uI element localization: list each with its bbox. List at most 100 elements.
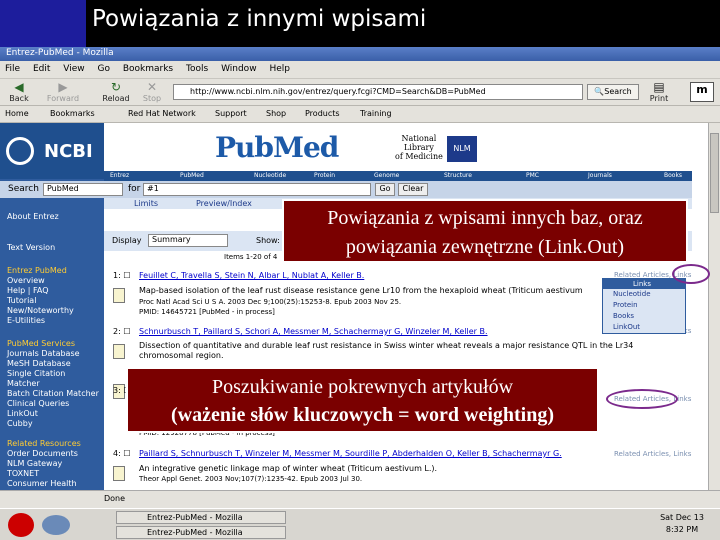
page-content: NCBI About Entrez Text Version Entrez Pu… [0, 123, 708, 490]
nlm-line-2: Library [403, 143, 434, 152]
browser-launcher-icon[interactable] [42, 515, 70, 535]
tab-entrez[interactable]: Entrez [110, 172, 129, 179]
tab-structure[interactable]: Structure [444, 172, 472, 179]
url-bar[interactable]: http://www.ncbi.nlm.nih.gov/entrez/query… [173, 84, 583, 100]
menu-file[interactable]: File [0, 61, 25, 77]
slide-accent [0, 0, 86, 47]
clear-button[interactable]: Clear [398, 183, 428, 196]
bookmark-training[interactable]: Training [360, 109, 392, 118]
links-popup-item-books[interactable]: Books [603, 311, 685, 322]
sidebar-item-clinical-queries[interactable]: Clinical Queries [7, 399, 69, 408]
ncbi-globe-icon [6, 137, 34, 165]
menu-window[interactable]: Window [216, 61, 262, 77]
tab-pubmed[interactable]: PubMed [180, 172, 204, 179]
abstract-doc-icon[interactable] [113, 344, 125, 359]
menu-tools[interactable]: Tools [181, 61, 213, 77]
sidebar-item-journals-database[interactable]: Journals Database [7, 349, 80, 358]
bookmark-products[interactable]: Products [305, 109, 340, 118]
bookmark-home[interactable]: Home [5, 109, 29, 118]
sidebar-item-single-citation[interactable]: Single Citation [7, 369, 65, 378]
abstract-doc-icon[interactable] [113, 466, 125, 481]
links-popup-item-protein[interactable]: Protein [603, 300, 685, 311]
red-hat-menu-icon[interactable] [8, 513, 34, 537]
sidebar-item-e-utilities[interactable]: E-Utilities [7, 316, 45, 325]
links-popup-title: Links [603, 279, 685, 289]
search-button[interactable]: 🔍Search [587, 84, 639, 100]
result-authors[interactable]: Feuillet C, Travella S, Stein N, Albar L… [139, 271, 364, 280]
stop-label: Stop [142, 94, 162, 103]
back-button[interactable]: ◀ Back [2, 80, 36, 104]
printer-icon: ▤ [653, 80, 665, 94]
sidebar-item-overview[interactable]: Overview [7, 276, 45, 285]
result-source: Proc Natl Acad Sci U S A. 2003 Dec 9;100… [139, 298, 402, 306]
preview-index-tab[interactable]: Preview/Index [196, 199, 252, 208]
sidebar-item-mesh-database[interactable]: MeSH Database [7, 359, 71, 368]
database-select[interactable]: PubMed [43, 183, 123, 196]
forward-button[interactable]: ▶ Forward [46, 81, 80, 104]
bookmark-bookmarks[interactable]: Bookmarks [50, 109, 95, 118]
menu-view[interactable]: View [58, 61, 89, 77]
vertical-scrollbar[interactable] [708, 123, 720, 490]
result-number: 4: ☐ [113, 449, 131, 458]
sidebar-item-linkout[interactable]: LinkOut [7, 409, 38, 418]
result-authors[interactable]: Paillard S, Schnurbusch T, Winzeler M, M… [139, 449, 562, 458]
scrollbar-thumb[interactable] [710, 133, 719, 213]
tab-protein[interactable]: Protein [314, 172, 335, 179]
bookmark-support[interactable]: Support [215, 109, 247, 118]
display-format-select[interactable]: Summary [148, 234, 228, 247]
tab-pmc[interactable]: PMC [526, 172, 539, 179]
links-popup-item-linkout[interactable]: LinkOut [603, 322, 685, 333]
callout-related-line-2: (ważenie słów kluczowych = word weightin… [170, 404, 555, 426]
task-button-1[interactable]: Entrez-PubMed - Mozilla [116, 511, 286, 524]
sidebar-related-resources-heading: Related Resources [7, 439, 81, 448]
search-button-label: Search [604, 87, 632, 96]
result-title: Dissection of quantitative and durable l… [139, 341, 634, 350]
menu-go[interactable]: Go [92, 61, 114, 77]
forward-label: Forward [46, 94, 80, 103]
nlm-text: National Library of Medicine [395, 134, 443, 161]
menu-bar: File Edit View Go Bookmarks Tools Window… [0, 61, 720, 79]
sidebar-item-cubby[interactable]: Cubby [7, 419, 33, 428]
reload-button[interactable]: ↻ Reload [99, 81, 133, 104]
task-button-2[interactable]: Entrez-PubMed - Mozilla [116, 526, 286, 539]
bookmark-red-hat-network[interactable]: Red Hat Network [128, 109, 196, 118]
sidebar-item-batch-citation-matcher[interactable]: Batch Citation Matcher [7, 389, 99, 398]
sidebar: NCBI About Entrez Text Version Entrez Pu… [0, 123, 104, 490]
sidebar-item-new-noteworthy[interactable]: New/Noteworthy [7, 306, 74, 315]
callout-related-line-1: Poszukiwanie pokrewnych artykułów [211, 376, 514, 398]
print-button[interactable]: ▤ Print [642, 80, 676, 104]
display-button[interactable]: Display [112, 236, 142, 245]
mozilla-throbber-icon: m [690, 82, 714, 102]
limits-tab[interactable]: Limits [134, 199, 158, 208]
sidebar-about-entrez[interactable]: About Entrez [7, 212, 59, 221]
links-popup-item-nucleotide[interactable]: Nucleotide [603, 289, 685, 300]
sidebar-text-version[interactable]: Text Version [7, 243, 55, 252]
menu-help[interactable]: Help [264, 61, 295, 77]
sidebar-item-help-faq[interactable]: Help | FAQ [7, 286, 49, 295]
sidebar-item-consumer-health[interactable]: Consumer Health [7, 479, 77, 488]
links-highlight-oval [672, 264, 710, 284]
stop-button[interactable]: ✕ Stop [135, 81, 169, 104]
tab-nucleotide[interactable]: Nucleotide [254, 172, 286, 179]
tab-books[interactable]: Books [664, 172, 682, 179]
sidebar-item-nlm-gateway[interactable]: NLM Gateway [7, 459, 62, 468]
search-query-input[interactable]: #1 [143, 183, 371, 196]
for-label: for [128, 184, 141, 194]
bookmark-shop[interactable]: Shop [266, 109, 286, 118]
sidebar-item-tutorial[interactable]: Tutorial [7, 296, 36, 305]
menu-edit[interactable]: Edit [28, 61, 55, 77]
result-number: 2: ☐ [113, 327, 131, 336]
go-button[interactable]: Go [375, 183, 395, 196]
tab-genome[interactable]: Genome [374, 172, 399, 179]
abstract-doc-icon[interactable] [113, 288, 125, 303]
related-articles-link[interactable]: Related Articles, Links [614, 450, 691, 458]
sidebar-item-toxnet[interactable]: TOXNET [7, 469, 39, 478]
tab-journals[interactable]: Journals [588, 172, 612, 179]
menu-bookmarks[interactable]: Bookmarks [118, 61, 178, 77]
nlm-line-3: of Medicine [395, 152, 443, 161]
sidebar-item-matcher[interactable]: Matcher [7, 379, 40, 388]
back-arrow-icon: ◀ [14, 80, 24, 94]
sidebar-item-order-documents[interactable]: Order Documents [7, 449, 78, 458]
clock-date: Sat Dec 13 [660, 513, 704, 522]
result-authors[interactable]: Schnurbusch T, Paillard S, Schori A, Mes… [139, 327, 488, 336]
